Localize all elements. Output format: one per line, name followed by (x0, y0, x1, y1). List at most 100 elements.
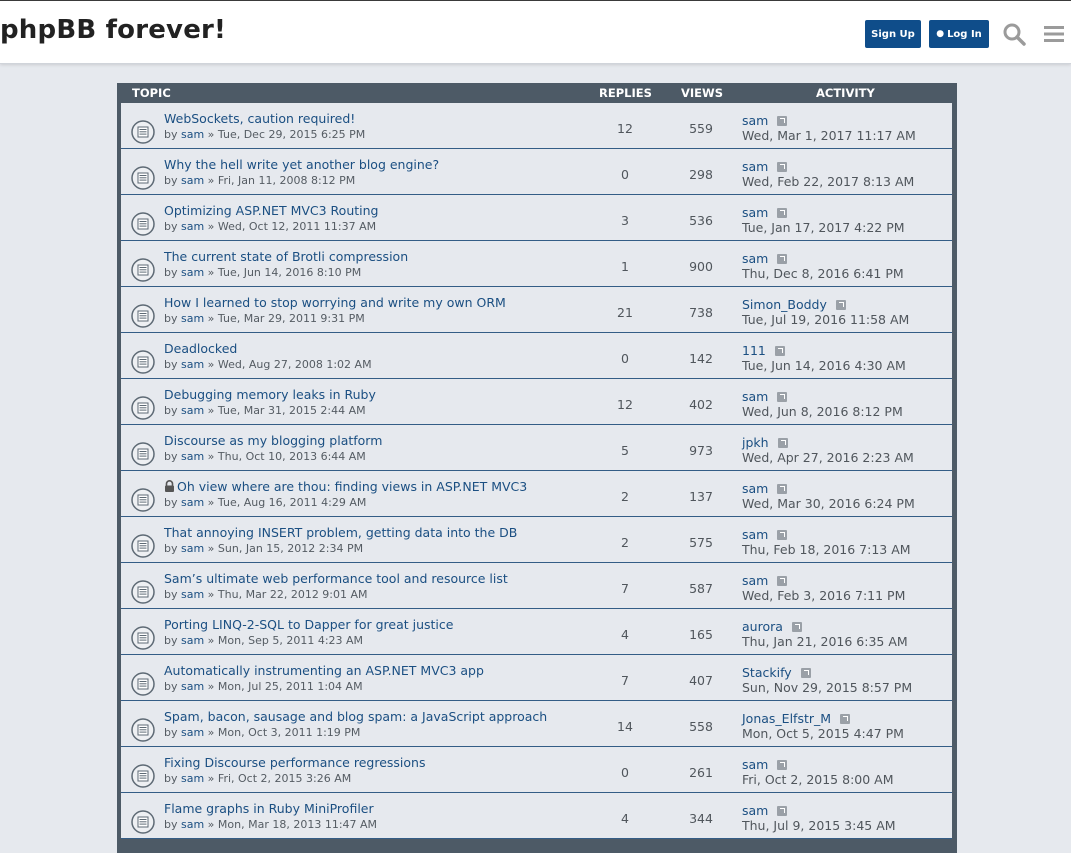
goto-last-post-icon[interactable] (800, 668, 811, 678)
last-poster-link[interactable]: jpkh (742, 435, 769, 450)
topic-row[interactable]: Optimizing ASP.NET MVC3 Routing by sam » … (121, 195, 952, 241)
last-poster-link[interactable]: Jonas_Elfstr_M (742, 711, 831, 726)
topic-title-link[interactable]: Deadlocked (164, 341, 237, 356)
topic-author-link[interactable]: sam (181, 174, 204, 187)
goto-last-post-icon[interactable] (777, 438, 788, 448)
last-poster-link[interactable]: sam (742, 757, 768, 772)
topic-replies-count: 14 (617, 719, 633, 734)
last-poster-link[interactable]: sam (742, 481, 768, 496)
topic-author-link[interactable]: sam (181, 404, 204, 417)
goto-last-post-icon[interactable] (777, 484, 788, 494)
last-poster-link[interactable]: aurora (742, 619, 783, 634)
topic-title-link[interactable]: Why the hell write yet another blog engi… (164, 157, 439, 172)
log-in-button[interactable]: ● Log In (929, 20, 989, 48)
topic-author-link[interactable]: sam (181, 726, 204, 739)
topic-row[interactable]: WebSockets, caution required! by sam » Tu… (121, 103, 952, 149)
goto-last-post-icon[interactable] (774, 346, 785, 356)
topic-author-link[interactable]: sam (181, 772, 204, 785)
goto-last-post-icon[interactable] (777, 392, 788, 402)
topic-row[interactable]: Debugging memory leaks in Ruby by sam » T… (121, 379, 952, 425)
topic-views-count: 261 (689, 765, 713, 780)
topic-row[interactable]: Deadlocked by sam » Wed, Aug 27, 2008 1:0… (121, 333, 952, 379)
topic-title-link[interactable]: How I learned to stop worrying and write… (164, 295, 506, 310)
topic-title-link[interactable]: Oh view where are thou: finding views in… (164, 479, 527, 494)
goto-last-post-icon[interactable] (777, 208, 788, 218)
last-poster-link[interactable]: sam (742, 389, 768, 404)
topic-author-link[interactable]: sam (181, 358, 204, 371)
topic-author-link[interactable]: sam (181, 818, 204, 831)
topic-author-link[interactable]: sam (181, 588, 204, 601)
topic-row[interactable]: Sam’s ultimate web performance tool and … (121, 563, 952, 609)
topic-row[interactable]: Flame graphs in Ruby MiniProfiler by sam … (121, 793, 952, 839)
column-activity[interactable]: ACTIVITY (816, 86, 875, 100)
last-poster-link[interactable]: sam (742, 803, 768, 818)
topic-title-link[interactable]: Sam’s ultimate web performance tool and … (164, 571, 508, 586)
topic-author-link[interactable]: sam (181, 680, 204, 693)
sign-up-button[interactable]: Sign Up (865, 20, 921, 48)
last-poster-link[interactable]: sam (742, 251, 768, 266)
topic-row[interactable]: Automatically instrumenting an ASP.NET M… (121, 655, 952, 701)
topic-title-link[interactable]: Fixing Discourse performance regressions (164, 755, 425, 770)
last-poster-link[interactable]: Stackify (742, 665, 792, 680)
topic-byline: by sam » Fri, Jan 11, 2008 8:12 PM (164, 174, 356, 187)
topic-author-link[interactable]: sam (181, 496, 204, 509)
search-icon[interactable] (1001, 21, 1027, 47)
site-title[interactable]: phpBB forever! (0, 15, 226, 45)
goto-last-post-icon[interactable] (777, 760, 788, 770)
topic-row[interactable]: Spam, bacon, sausage and blog spam: a Ja… (121, 701, 952, 747)
topic-author-link[interactable]: sam (181, 542, 204, 555)
hamburger-menu-icon[interactable] (1041, 21, 1067, 47)
goto-last-post-icon[interactable] (840, 714, 851, 724)
topic-author-link[interactable]: sam (181, 220, 204, 233)
topic-row[interactable]: The current state of Brotli compression b… (121, 241, 952, 287)
topic-title-link[interactable]: Automatically instrumenting an ASP.NET M… (164, 663, 484, 678)
last-poster-link[interactable]: sam (742, 573, 768, 588)
topic-row[interactable]: Fixing Discourse performance regressions… (121, 747, 952, 793)
goto-last-post-icon[interactable] (777, 254, 788, 264)
topic-author-link[interactable]: sam (181, 450, 204, 463)
topic-row[interactable]: Oh view where are thou: finding views in… (121, 471, 952, 517)
topic-posted-date: Mon, Jul 25, 2011 1:04 AM (217, 680, 363, 693)
last-post-date: Tue, Jul 19, 2016 11:58 AM (742, 312, 910, 327)
column-topic[interactable]: TOPIC (132, 86, 171, 100)
topic-author-link[interactable]: sam (181, 312, 204, 325)
topic-title-link[interactable]: Spam, bacon, sausage and blog spam: a Ja… (164, 709, 547, 724)
goto-last-post-icon[interactable] (777, 576, 788, 586)
last-poster-link[interactable]: Simon_Boddy (742, 297, 827, 312)
column-replies[interactable]: REPLIES (599, 86, 652, 100)
topic-row[interactable]: Why the hell write yet another blog engi… (121, 149, 952, 195)
topic-title-text: Debugging memory leaks in Ruby (164, 387, 376, 402)
topic-row[interactable]: That annoying INSERT problem, getting da… (121, 517, 952, 563)
goto-last-post-icon[interactable] (777, 530, 788, 540)
topic-row[interactable]: Discourse as my blogging platform by sam … (121, 425, 952, 471)
topic-row[interactable]: Porting LINQ-2-SQL to Dapper for great j… (121, 609, 952, 655)
topic-byline: by sam » Thu, Mar 22, 2012 9:01 AM (164, 588, 368, 601)
last-poster-link[interactable]: sam (742, 527, 768, 542)
topic-title-link[interactable]: Flame graphs in Ruby MiniProfiler (164, 801, 374, 816)
last-poster-link[interactable]: sam (742, 113, 768, 128)
last-poster-link[interactable]: 111 (742, 343, 766, 358)
topic-title-link[interactable]: WebSockets, caution required! (164, 111, 355, 126)
topic-title-link[interactable]: That annoying INSERT problem, getting da… (164, 525, 517, 540)
topic-title-link[interactable]: Discourse as my blogging platform (164, 433, 382, 448)
topic-author-link[interactable]: sam (181, 266, 204, 279)
topic-author-link[interactable]: sam (181, 634, 204, 647)
goto-last-post-icon[interactable] (777, 116, 788, 126)
topic-title-link[interactable]: The current state of Brotli compression (164, 249, 408, 264)
topic-read-icon (131, 304, 155, 328)
last-poster-link[interactable]: sam (742, 159, 768, 174)
topic-title-link[interactable]: Debugging memory leaks in Ruby (164, 387, 376, 402)
goto-last-post-icon[interactable] (791, 622, 802, 632)
topic-byline: by sam » Thu, Oct 10, 2013 6:44 AM (164, 450, 366, 463)
topic-row[interactable]: How I learned to stop worrying and write… (121, 287, 952, 333)
goto-last-post-icon[interactable] (777, 162, 788, 172)
topic-author-link[interactable]: sam (181, 128, 204, 141)
column-views[interactable]: VIEWS (681, 86, 723, 100)
topic-title-link[interactable]: Porting LINQ-2-SQL to Dapper for great j… (164, 617, 453, 632)
last-poster: sam (742, 573, 788, 588)
goto-last-post-icon[interactable] (777, 806, 788, 816)
last-poster-link[interactable]: sam (742, 205, 768, 220)
goto-last-post-icon[interactable] (835, 300, 846, 310)
topic-title-link[interactable]: Optimizing ASP.NET MVC3 Routing (164, 203, 378, 218)
topic-replies-count: 12 (617, 121, 633, 136)
